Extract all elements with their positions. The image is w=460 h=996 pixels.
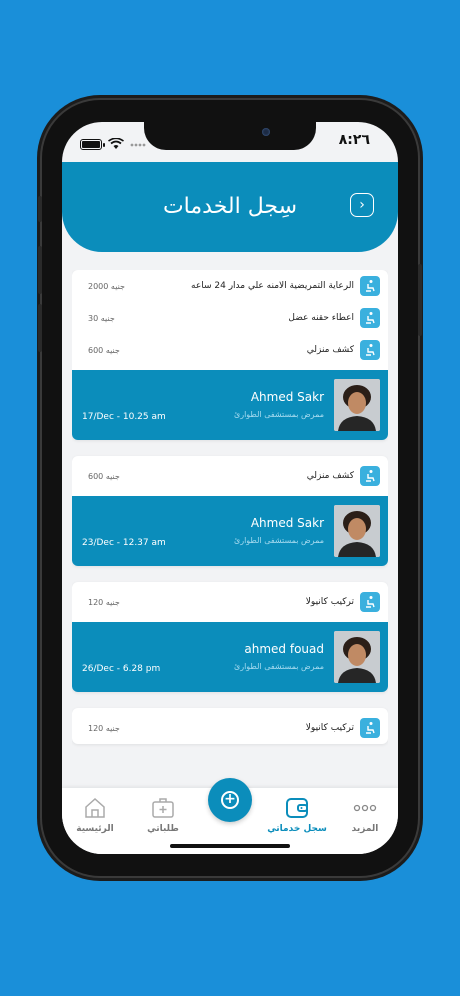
nav-more[interactable]: المزيد [334, 796, 396, 834]
provider-avatar [334, 505, 380, 557]
provider-avatar [334, 631, 380, 683]
nav-requests[interactable]: طلباتي [132, 796, 194, 834]
more-icon [352, 796, 378, 820]
service-price: 30 جنيه [88, 313, 115, 323]
service-price: 600 جنيه [88, 471, 120, 481]
provider-location: ممرض بمستشفى الطوارئ [233, 662, 324, 671]
service-name: كشف منزلي [306, 345, 354, 355]
camera-icon [262, 128, 270, 136]
medical-bag-icon [150, 796, 176, 820]
provider-panel[interactable]: Ahmed Sakr ممرض بمستشفى الطوارئ 23/Dec -… [72, 496, 388, 566]
wheelchair-icon [360, 308, 380, 328]
screen: ٨:٢٦ سِجل الخدمات › الرعاية التمريضية ال… [62, 122, 398, 854]
service-name: الرعاية التمريضية الامنه علي مدار 24 ساع… [191, 281, 354, 291]
history-card[interactable]: الرعاية التمريضية الامنه علي مدار 24 ساع… [72, 270, 388, 440]
service-name: تركيب كانيولا [305, 723, 354, 733]
service-row: اعطاء حقنه عضل 30 جنيه [72, 302, 388, 334]
history-card[interactable]: تركيب كانيولا 120 جنيه ahmed fouad ممرض … [72, 582, 388, 692]
mute-switch [38, 196, 42, 222]
volume-up-button [38, 246, 42, 294]
add-button[interactable]: + [208, 778, 252, 822]
home-indicator [170, 844, 290, 848]
wallet-icon [284, 796, 310, 820]
service-name: كشف منزلي [306, 471, 354, 481]
nav-label: الرئيسية [76, 824, 114, 834]
page-header: سِجل الخدمات › [62, 162, 398, 252]
service-price: 120 جنيه [88, 597, 120, 607]
home-icon [82, 796, 108, 820]
wheelchair-icon [360, 276, 380, 296]
power-button [418, 264, 422, 336]
phone-frame: ٨:٢٦ سِجل الخدمات › الرعاية التمريضية ال… [38, 100, 422, 876]
provider-location: ممرض بمستشفى الطوارئ [233, 536, 324, 545]
wheelchair-icon [360, 718, 380, 738]
service-date: 23/Dec - 12.37 am [82, 538, 166, 548]
history-card[interactable]: كشف منزلي 600 جنيه Ahmed Sakr ممرض بمستش… [72, 456, 388, 566]
status-icons [80, 135, 146, 154]
service-row: تركيب كانيولا 120 جنيه [72, 586, 388, 618]
provider-panel[interactable]: ahmed fouad ممرض بمستشفى الطوارئ 26/Dec … [72, 622, 388, 692]
provider-location: ممرض بمستشفى الطوارئ [233, 410, 324, 419]
service-price: 600 جنيه [88, 345, 120, 355]
page-title: سِجل الخدمات [162, 194, 298, 219]
nav-label: طلباتي [147, 824, 179, 834]
volume-down-button [38, 304, 42, 352]
service-name: اعطاء حقنه عضل [288, 313, 354, 323]
service-price: 2000 جنيه [88, 281, 125, 291]
service-row: كشف منزلي 600 جنيه [72, 334, 388, 366]
notch [144, 122, 316, 150]
service-row: كشف منزلي 600 جنيه [72, 460, 388, 492]
wheelchair-icon [360, 340, 380, 360]
nav-home[interactable]: الرئيسية [64, 796, 126, 834]
status-time: ٨:٢٦ [338, 132, 370, 148]
history-card[interactable]: تركيب كانيولا 120 جنيه [72, 708, 388, 744]
service-date: 17/Dec - 10.25 am [82, 412, 166, 422]
back-button[interactable]: › [350, 193, 374, 217]
battery-icon [80, 139, 105, 150]
service-history-list[interactable]: الرعاية التمريضية الامنه علي مدار 24 ساع… [72, 270, 388, 854]
nav-history[interactable]: سجل خدماتي [266, 796, 328, 834]
service-date: 26/Dec - 6.28 pm [82, 664, 161, 674]
service-row: تركيب كانيولا 120 جنيه [72, 712, 388, 744]
service-name: تركيب كانيولا [305, 597, 354, 607]
provider-name: ahmed fouad [244, 642, 324, 656]
provider-panel[interactable]: Ahmed Sakr ممرض بمستشفى الطوارئ 17/Dec -… [72, 370, 388, 440]
service-price: 120 جنيه [88, 723, 120, 733]
wheelchair-icon [360, 592, 380, 612]
provider-avatar [334, 379, 380, 431]
wheelchair-icon [360, 466, 380, 486]
provider-name: Ahmed Sakr [250, 390, 324, 404]
nav-label: سجل خدماتي [267, 824, 327, 834]
plus-icon: + [221, 791, 239, 809]
provider-name: Ahmed Sakr [250, 516, 324, 530]
wifi-icon [108, 135, 124, 154]
signal-icon [130, 135, 146, 154]
service-row: الرعاية التمريضية الامنه علي مدار 24 ساع… [72, 270, 388, 302]
nav-label: المزيد [351, 824, 379, 834]
chevron-right-icon: › [359, 197, 365, 213]
